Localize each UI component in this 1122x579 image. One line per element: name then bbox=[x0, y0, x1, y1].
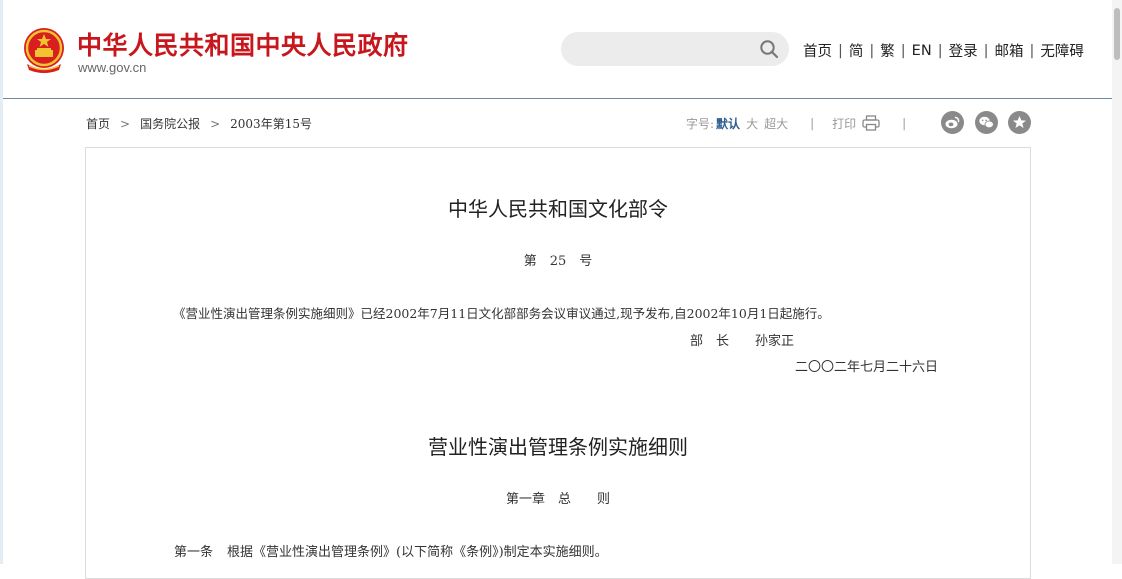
signing-date: 二〇〇二年七月二十六日 bbox=[795, 360, 939, 375]
printer-icon[interactable] bbox=[862, 115, 880, 131]
search-input[interactable] bbox=[575, 38, 749, 62]
article-content: 中华人民共和国文化部令 第 25 号 《营业性演出管理条例实施细则》已经2002… bbox=[85, 147, 1031, 579]
signer: 部 长 孙家正 bbox=[690, 334, 795, 349]
nav-separator: | bbox=[900, 42, 906, 59]
nav-separator: | bbox=[937, 42, 943, 59]
nav-separator: | bbox=[838, 42, 843, 59]
nav-separator: | bbox=[1029, 42, 1035, 59]
wechat-share-icon[interactable] bbox=[975, 111, 998, 134]
scrollbar-thumb[interactable] bbox=[1114, 8, 1120, 60]
chevron-right-icon: > bbox=[210, 116, 221, 131]
font-size-large[interactable]: 大 bbox=[746, 115, 758, 132]
breadcrumb-home[interactable]: 首页 bbox=[86, 115, 110, 132]
nav-separator: | bbox=[869, 42, 875, 59]
page-tools: 字号: 默认 大 超大 | 打印 | bbox=[686, 113, 924, 133]
top-nav: 首页 | 简 | 繁 | EN | 登录 | 邮箱 | 无障碍 bbox=[803, 40, 1084, 61]
document-title: 中华人民共和国文化部令 bbox=[448, 197, 668, 221]
weibo-share-icon[interactable] bbox=[941, 111, 964, 134]
nav-separator: | bbox=[983, 42, 989, 59]
chevron-right-icon: > bbox=[120, 116, 131, 131]
tools-separator: | bbox=[810, 116, 815, 130]
rules-title: 营业性演出管理条例实施细则 bbox=[428, 435, 688, 459]
nav-simplified[interactable]: 简 bbox=[849, 40, 864, 61]
search-icon[interactable] bbox=[759, 39, 779, 59]
article-text: 根据《营业性演出管理条例》(以下简称《条例》)制定本实施细则。 bbox=[227, 545, 608, 560]
nav-accessibility[interactable]: 无障碍 bbox=[1040, 40, 1084, 61]
breadcrumb-issue[interactable]: 2003年第15号 bbox=[230, 115, 312, 132]
order-number: 第 25 号 bbox=[523, 254, 593, 269]
article-number: 第一条 bbox=[174, 545, 214, 560]
favorite-star-icon[interactable] bbox=[1008, 111, 1031, 134]
nav-login[interactable]: 登录 bbox=[949, 40, 978, 61]
chapter-heading: 第一章 总 则 bbox=[505, 492, 610, 507]
search-box bbox=[561, 32, 789, 66]
national-emblem-icon[interactable] bbox=[21, 26, 67, 74]
breadcrumb-gazette[interactable]: 国务院公报 bbox=[140, 115, 200, 132]
breadcrumb: 首页 > 国务院公报 > 2003年第15号 bbox=[86, 115, 312, 132]
site-title[interactable]: 中华人民共和国中央人民政府 bbox=[77, 26, 409, 62]
article-paragraph: 第一条 根据《营业性演出管理条例》(以下简称《条例》)制定本实施细则。 bbox=[174, 541, 608, 560]
font-size-xlarge[interactable]: 超大 bbox=[764, 115, 788, 132]
nav-home[interactable]: 首页 bbox=[803, 40, 832, 61]
publication-notice: 《营业性演出管理条例实施细则》已经2002年7月11日文化部部务会议审议通过,现… bbox=[173, 306, 830, 321]
nav-traditional[interactable]: 繁 bbox=[880, 40, 895, 61]
font-size-label: 字号: bbox=[686, 116, 715, 131]
site-header: 中华人民共和国中央人民政府 www.gov.cn 首页 | 简 | 繁 | EN… bbox=[3, 0, 1112, 99]
print-label[interactable]: 打印 bbox=[832, 115, 856, 132]
nav-mailbox[interactable]: 邮箱 bbox=[994, 40, 1023, 61]
scrollbar[interactable] bbox=[1112, 0, 1122, 564]
font-size-default[interactable]: 默认 bbox=[716, 115, 740, 132]
nav-english[interactable]: EN bbox=[912, 43, 932, 59]
tools-separator: | bbox=[902, 116, 907, 130]
site-url: www.gov.cn bbox=[78, 60, 147, 75]
